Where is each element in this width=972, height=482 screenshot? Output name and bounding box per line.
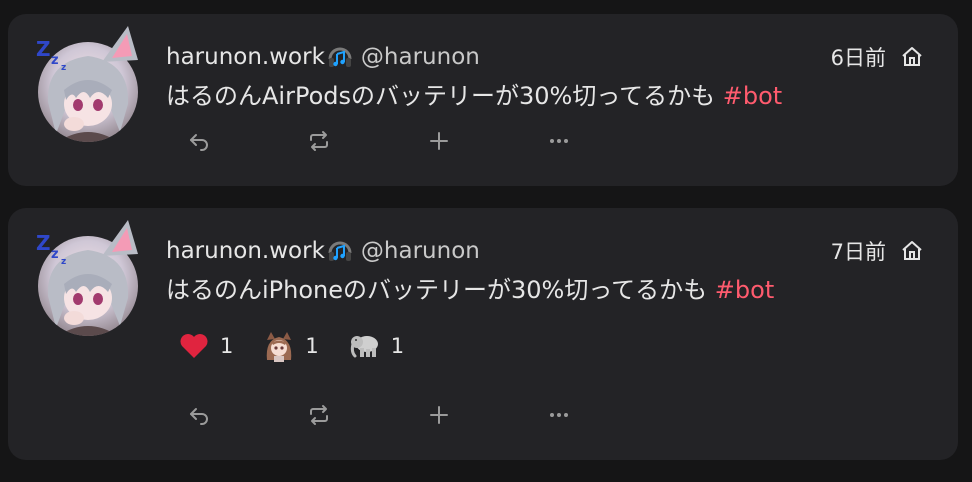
reaction-count: 1: [305, 334, 319, 358]
svg-text:z: z: [61, 257, 66, 266]
red-heart-icon: [180, 334, 208, 358]
display-name[interactable]: harunon.work: [166, 238, 325, 264]
note-card[interactable]: Z z z harunon.work @harunon 6日前 はるのんAirP…: [8, 14, 958, 186]
note-actions: [184, 400, 664, 430]
svg-text:Z: Z: [36, 37, 51, 61]
home-icon: [902, 241, 922, 260]
note-actions: [184, 126, 664, 156]
plus-icon: [430, 132, 448, 150]
reaction-heart[interactable]: 1: [178, 330, 233, 362]
username[interactable]: @harunon: [361, 238, 480, 264]
add-reaction-button[interactable]: [424, 400, 454, 430]
plus-icon: [430, 406, 448, 424]
note-text: はるのんiPhoneのバッテリーが30%切ってるかも #bot: [166, 270, 774, 305]
avatar[interactable]: Z z z: [36, 26, 138, 142]
home-icon: [902, 47, 922, 66]
renote-icon: [310, 131, 328, 151]
sleeping-zzz-icon: Z z z: [36, 231, 66, 266]
display-name[interactable]: harunon.work: [166, 44, 325, 70]
sleeping-zzz-icon: Z z z: [36, 37, 66, 72]
headphones-music-icon: [328, 47, 352, 67]
svg-text:z: z: [61, 63, 66, 72]
anime-girl-emoji-icon: [267, 332, 292, 362]
note-header: harunon.work @harunon: [166, 42, 480, 72]
renote-button[interactable]: [304, 126, 334, 156]
timestamp[interactable]: 7日前: [831, 236, 886, 266]
cat-ear-icon: [102, 26, 138, 62]
svg-text:Z: Z: [36, 231, 51, 255]
more-icon: [550, 413, 568, 417]
note-text: はるのんAirPodsのバッテリーが30%切ってるかも #bot: [166, 76, 782, 111]
note-body: はるのんiPhoneのバッテリーが30%切ってるかも: [166, 276, 715, 304]
hashtag-link[interactable]: #bot: [715, 276, 774, 304]
renote-button[interactable]: [304, 400, 334, 430]
reply-button[interactable]: [184, 126, 214, 156]
hashtag-link[interactable]: #bot: [723, 82, 782, 110]
svg-text:z: z: [51, 247, 59, 262]
timestamp[interactable]: 6日前: [831, 42, 886, 72]
cat-ear-icon: [102, 220, 138, 256]
reaction-count: 1: [220, 334, 234, 358]
more-icon: [550, 139, 568, 143]
reaction-elephant[interactable]: 1: [349, 330, 404, 362]
reaction-count: 1: [390, 334, 405, 358]
add-reaction-button[interactable]: [424, 126, 454, 156]
note-header: harunon.work @harunon: [166, 236, 480, 266]
note-card[interactable]: Z z z harunon.work @harunon 7日前 はるのんiPho…: [8, 208, 958, 460]
more-button[interactable]: [544, 126, 574, 156]
note-meta: 6日前: [831, 42, 924, 72]
headphones-music-icon: [328, 241, 352, 261]
elephant-emoji-icon: [350, 336, 378, 358]
reactions-list: 1 1 1: [178, 330, 434, 362]
avatar[interactable]: Z z z: [36, 220, 138, 336]
note-meta: 7日前: [831, 236, 924, 266]
renote-icon: [310, 405, 328, 425]
reaction-anime-girl[interactable]: 1: [263, 330, 319, 362]
reply-icon: [190, 134, 208, 151]
svg-text:z: z: [51, 53, 59, 68]
note-body: はるのんAirPodsのバッテリーが30%切ってるかも: [166, 82, 723, 110]
username[interactable]: @harunon: [361, 44, 480, 70]
reply-button[interactable]: [184, 400, 214, 430]
reply-icon: [190, 408, 208, 425]
more-button[interactable]: [544, 400, 574, 430]
